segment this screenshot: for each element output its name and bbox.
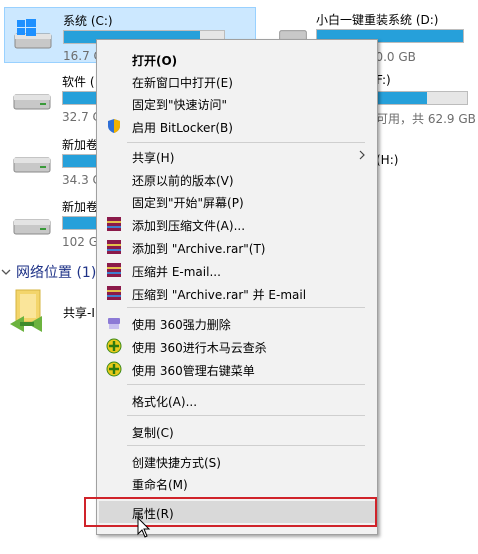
menu-item-label: 还原以前的版本(V) <box>132 174 234 188</box>
winrar-icon <box>107 217 121 231</box>
menu-item-pin-quick-access[interactable]: 固定到"快速访问" <box>99 92 375 114</box>
menu-separator <box>127 445 365 446</box>
menu-item-label: 重命名(M) <box>132 478 188 492</box>
winrar-icon <box>107 240 121 254</box>
menu-item-360-shred[interactable]: 使用 360强力删除 <box>99 312 375 334</box>
menu-item-label: 添加到 "Archive.rar"(T) <box>132 242 266 256</box>
menu-item-label: 共享(H) <box>132 151 175 165</box>
360-safe-icon <box>106 361 122 377</box>
winrar-icon <box>107 263 121 277</box>
section-label: 网络位置 (1) <box>16 265 97 281</box>
network-location-label: 共享-Ⅰ <box>63 306 95 320</box>
drive-info: 可用，共 62.9 GB <box>376 112 476 126</box>
menu-item-label: 固定到"快速访问" <box>132 98 228 112</box>
menu-item-label: 创建快捷方式(S) <box>132 456 221 470</box>
drive-label: 新加卷 <box>62 138 99 152</box>
menu-separator <box>127 415 365 416</box>
menu-item-rename[interactable]: 重命名(M) <box>99 472 375 494</box>
menu-item-share[interactable]: 共享(H) <box>99 145 375 167</box>
menu-separator <box>127 307 365 308</box>
menu-item-label: 压缩到 "Archive.rar" 并 E-mail <box>132 288 307 302</box>
menu-item-label: 复制(C) <box>132 426 174 440</box>
network-locations-header[interactable]: 网络位置 (1) <box>0 262 96 282</box>
drive-usage-bar <box>376 91 468 105</box>
drive-label: 软件 ( <box>62 75 95 89</box>
menu-item-label: 使用 360管理右键菜单 <box>132 364 255 378</box>
hard-drive-icon <box>13 94 51 110</box>
menu-item-360-trojan-scan[interactable]: 使用 360进行木马云查杀 <box>99 335 375 357</box>
network-location-share[interactable]: 共享-Ⅰ <box>8 288 98 338</box>
menu-item-label: 启用 BitLocker(B) <box>132 121 233 135</box>
drive-info: 102 G <box>62 235 99 249</box>
drive-usage-fill <box>377 92 427 104</box>
context-menu: 打开(O) 在新窗口中打开(E) 固定到"快速访问" 启用 BitLocker(… <box>96 39 378 535</box>
menu-item-label: 固定到"开始"屏幕(P) <box>132 196 244 210</box>
drive-label: F:) <box>376 73 391 87</box>
hard-drive-icon <box>13 219 51 235</box>
menu-item-label: 使用 360强力删除 <box>132 318 231 332</box>
menu-item-label: 格式化(A)... <box>132 395 198 409</box>
drive-label: 系统 (C:) <box>63 14 113 28</box>
360-safe-icon <box>106 338 122 354</box>
network-folder-icon <box>10 289 42 332</box>
menu-item-label: 压缩并 E-mail... <box>132 265 221 279</box>
menu-item-bitlocker[interactable]: 启用 BitLocker(B) <box>99 115 375 137</box>
drive-label: 小白一键重装系统 (D:) <box>316 13 439 27</box>
menu-item-compress-email[interactable]: 压缩并 E-mail... <box>99 259 375 281</box>
menu-item-360-manage-menu[interactable]: 使用 360管理右键菜单 <box>99 358 375 380</box>
menu-item-create-shortcut[interactable]: 创建快捷方式(S) <box>99 450 375 472</box>
menu-item-copy[interactable]: 复制(C) <box>99 420 375 442</box>
windows-drive-icon <box>14 19 52 49</box>
menu-item-label: 在新窗口中打开(E) <box>132 76 233 90</box>
chevron-right-icon <box>359 150 365 160</box>
menu-item-label: 添加到压缩文件(A)... <box>132 219 246 233</box>
menu-separator <box>127 384 365 385</box>
drive-label: (H:) <box>376 153 399 167</box>
mouse-cursor-icon <box>137 517 151 538</box>
menu-item-label: 使用 360进行木马云查杀 <box>132 341 267 355</box>
bitlocker-shield-icon <box>108 119 120 133</box>
menu-item-format[interactable]: 格式化(A)... <box>99 389 375 411</box>
drive-label: 新加卷 <box>62 200 99 214</box>
menu-separator <box>127 142 365 143</box>
highlight-box <box>84 497 377 527</box>
menu-item-open-new-window[interactable]: 在新窗口中打开(E) <box>99 70 375 92</box>
menu-item-add-to-archive-rar[interactable]: 添加到 "Archive.rar"(T) <box>99 236 375 258</box>
hard-drive-icon <box>13 157 51 173</box>
menu-item-compress-rar-email[interactable]: 压缩到 "Archive.rar" 并 E-mail <box>99 282 375 304</box>
menu-item-pin-start[interactable]: 固定到"开始"屏幕(P) <box>99 190 375 212</box>
menu-item-label: 打开(O) <box>132 54 178 68</box>
chevron-down-icon <box>1 269 11 275</box>
360-shredder-icon <box>108 318 120 329</box>
winrar-icon <box>107 286 121 300</box>
menu-item-restore-versions[interactable]: 还原以前的版本(V) <box>99 168 375 190</box>
menu-item-add-to-archive[interactable]: 添加到压缩文件(A)... <box>99 213 375 235</box>
menu-item-open[interactable]: 打开(O) <box>99 48 375 70</box>
